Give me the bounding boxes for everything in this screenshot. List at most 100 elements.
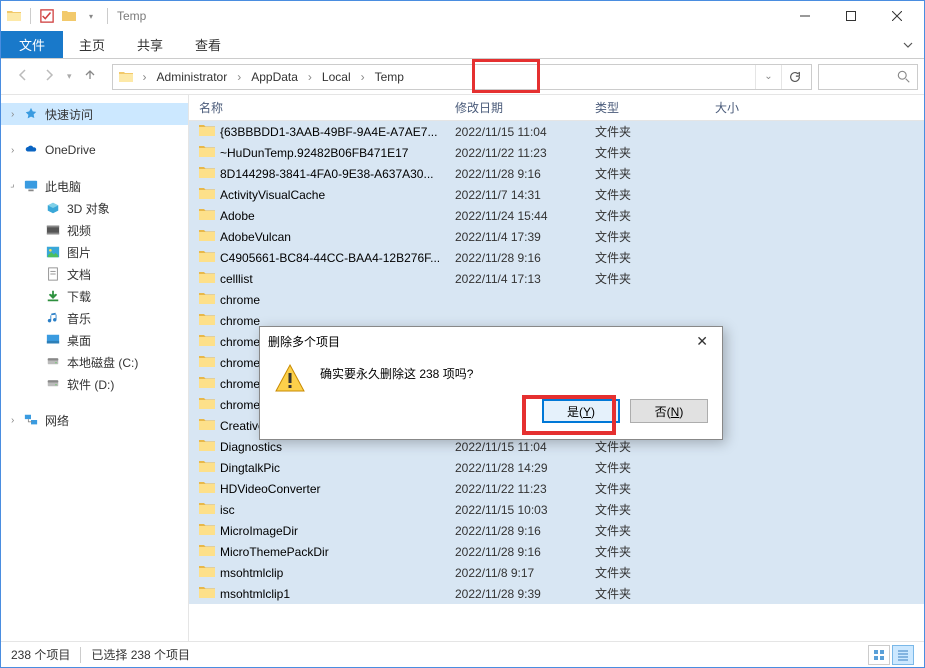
tree-label: 桌面 bbox=[67, 332, 91, 349]
ribbon: 文件 主页 共享 查看 bbox=[1, 31, 924, 59]
table-row[interactable]: Adobe2022/11/24 15:44文件夹 bbox=[189, 205, 924, 226]
sidebar-onedrive[interactable]: ›OneDrive bbox=[1, 139, 188, 161]
forward-button[interactable] bbox=[41, 67, 57, 86]
chevron-right-icon[interactable]: › bbox=[11, 145, 14, 156]
chevron-right-icon[interactable]: › bbox=[11, 109, 14, 120]
dropdown-icon[interactable]: ▾ bbox=[82, 7, 100, 25]
file-date: 2022/11/28 9:16 bbox=[455, 524, 595, 538]
folder-icon bbox=[199, 438, 215, 455]
sidebar-quick-access[interactable]: ›快速访问 bbox=[1, 103, 188, 125]
quick-folder-icon[interactable] bbox=[60, 7, 78, 25]
sidebar-item[interactable]: 本地磁盘 (C:) bbox=[1, 351, 188, 373]
table-row[interactable]: chrome bbox=[189, 289, 924, 310]
tab-share[interactable]: 共享 bbox=[121, 31, 179, 58]
folder-icon bbox=[199, 123, 215, 140]
file-name: ~HuDunTemp.92482B06FB471E17 bbox=[220, 146, 408, 160]
file-date: 2022/11/4 17:39 bbox=[455, 230, 595, 244]
sidebar-item[interactable]: 3D 对象 bbox=[1, 197, 188, 219]
breadcrumb-item[interactable]: Administrator bbox=[151, 70, 234, 84]
table-row[interactable]: msohtmlclip2022/11/8 9:17文件夹 bbox=[189, 562, 924, 583]
history-dropdown-icon[interactable]: ▾ bbox=[67, 71, 72, 82]
tree-label: 音乐 bbox=[67, 310, 91, 327]
sidebar-item[interactable]: 视频 bbox=[1, 219, 188, 241]
address-bar: ▾ › Administrator › AppData › Local › Te… bbox=[1, 59, 924, 95]
table-row[interactable]: 8D144298-3841-4FA0-9E38-A637A30...2022/1… bbox=[189, 163, 924, 184]
folder-icon bbox=[199, 144, 215, 161]
sidebar-item[interactable]: 下载 bbox=[1, 285, 188, 307]
address-dropdown-icon[interactable]: ⌄ bbox=[755, 65, 781, 89]
sidebar-network[interactable]: ›网络 bbox=[1, 409, 188, 431]
table-row[interactable]: MicroThemePackDir2022/11/28 9:16文件夹 bbox=[189, 541, 924, 562]
chevron-right-icon[interactable]: › bbox=[233, 70, 245, 84]
sidebar-item[interactable]: 文档 bbox=[1, 263, 188, 285]
table-row[interactable]: ~HuDunTemp.92482B06FB471E172022/11/22 11… bbox=[189, 142, 924, 163]
folder-icon bbox=[199, 312, 215, 329]
column-size[interactable]: 大小 bbox=[715, 99, 924, 116]
column-date[interactable]: 修改日期 bbox=[455, 99, 595, 116]
column-name[interactable]: 名称 bbox=[199, 99, 455, 116]
table-row[interactable]: celllist2022/11/4 17:13文件夹 bbox=[189, 268, 924, 289]
file-name: ActivityVisualCache bbox=[220, 188, 325, 202]
item-icon bbox=[45, 288, 61, 304]
cloud-icon bbox=[23, 142, 39, 158]
sidebar-item[interactable]: 图片 bbox=[1, 241, 188, 263]
file-name: AdobeVulcan bbox=[220, 230, 291, 244]
sidebar-item[interactable]: 桌面 bbox=[1, 329, 188, 351]
table-row[interactable]: AdobeVulcan 2022/11/4 17:39文件夹 bbox=[189, 226, 924, 247]
sidebar-item[interactable]: 软件 (D:) bbox=[1, 373, 188, 395]
maximize-button[interactable] bbox=[828, 1, 874, 31]
breadcrumb-item[interactable]: Local bbox=[316, 70, 357, 84]
status-item-count: 238 个项目 bbox=[11, 646, 70, 663]
chevron-right-icon[interactable]: › bbox=[139, 70, 151, 84]
breadcrumb-bar[interactable]: › Administrator › AppData › Local › Temp… bbox=[112, 64, 812, 90]
tab-home[interactable]: 主页 bbox=[63, 31, 121, 58]
table-row[interactable]: MicroImageDir2022/11/28 9:16文件夹 bbox=[189, 520, 924, 541]
checkbox-icon[interactable] bbox=[38, 7, 56, 25]
file-type: 文件夹 bbox=[595, 270, 715, 287]
no-button[interactable]: 否(N) bbox=[630, 399, 708, 423]
breadcrumb-item[interactable]: AppData bbox=[245, 70, 304, 84]
file-name: C4905661-BC84-44CC-BAA4-12B276F... bbox=[220, 251, 440, 265]
table-row[interactable]: msohtmlclip12022/11/28 9:39文件夹 bbox=[189, 583, 924, 604]
up-button[interactable] bbox=[82, 67, 98, 86]
table-row[interactable]: isc2022/11/15 10:03文件夹 bbox=[189, 499, 924, 520]
close-button[interactable] bbox=[874, 1, 920, 31]
refresh-button[interactable] bbox=[781, 65, 807, 89]
table-row[interactable]: ActivityVisualCache2022/11/7 14:31文件夹 bbox=[189, 184, 924, 205]
view-details-button[interactable] bbox=[892, 645, 914, 665]
view-large-icons-button[interactable] bbox=[868, 645, 890, 665]
chevron-right-icon[interactable]: › bbox=[304, 70, 316, 84]
tab-file[interactable]: 文件 bbox=[1, 31, 63, 58]
item-icon bbox=[45, 354, 61, 370]
table-row[interactable]: {63BBBDD1-3AAB-49BF-9A4E-A7AE7...2022/11… bbox=[189, 121, 924, 142]
sidebar-this-pc[interactable]: ›此电脑 bbox=[1, 175, 188, 197]
dialog-title: 删除多个项目 bbox=[268, 333, 340, 350]
file-date: 2022/11/28 9:16 bbox=[455, 251, 595, 265]
file-type: 文件夹 bbox=[595, 228, 715, 245]
delete-confirmation-dialog: 删除多个项目 ✕ 确实要永久删除这 238 项吗? 是(Y) 否(N) bbox=[259, 326, 723, 440]
table-row[interactable]: C4905661-BC84-44CC-BAA4-12B276F... 2022/1… bbox=[189, 247, 924, 268]
search-input[interactable] bbox=[818, 64, 918, 90]
sidebar-item[interactable]: 音乐 bbox=[1, 307, 188, 329]
back-button[interactable] bbox=[15, 67, 31, 86]
folder-icon bbox=[199, 585, 215, 602]
tree-label: 软件 (D:) bbox=[67, 376, 114, 393]
table-row[interactable]: HDVideoConverter2022/11/22 11:23文件夹 bbox=[189, 478, 924, 499]
yes-button[interactable]: 是(Y) bbox=[542, 399, 620, 423]
titlebar: ▾ Temp bbox=[1, 1, 924, 31]
ribbon-expand-icon[interactable] bbox=[892, 31, 924, 58]
dialog-close-button[interactable]: ✕ bbox=[690, 333, 714, 350]
file-name: chrome bbox=[220, 293, 260, 307]
chevron-right-icon[interactable]: › bbox=[357, 70, 369, 84]
star-icon bbox=[23, 106, 39, 122]
tab-view[interactable]: 查看 bbox=[179, 31, 237, 58]
file-name: MicroImageDir bbox=[220, 524, 298, 538]
breadcrumb-item[interactable]: Temp bbox=[369, 70, 410, 84]
chevron-right-icon[interactable]: › bbox=[11, 415, 14, 426]
chevron-down-icon[interactable]: › bbox=[8, 181, 18, 191]
table-row[interactable]: DingtalkPic2022/11/28 14:29文件夹 bbox=[189, 457, 924, 478]
file-name: chrome bbox=[220, 314, 260, 328]
file-date: 2022/11/28 9:16 bbox=[455, 167, 595, 181]
minimize-button[interactable] bbox=[782, 1, 828, 31]
column-type[interactable]: 类型 bbox=[595, 99, 715, 116]
